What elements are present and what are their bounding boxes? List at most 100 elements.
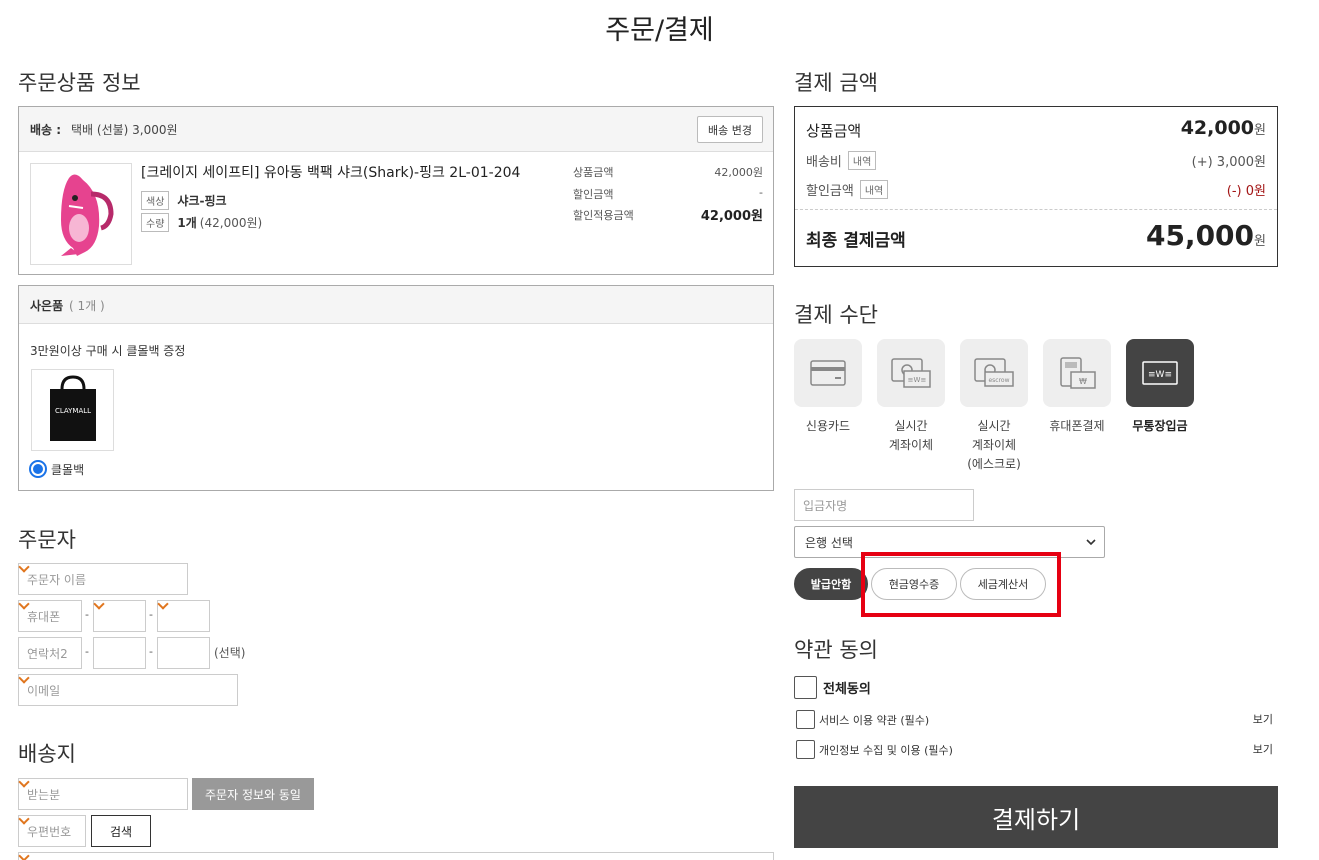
agree-all-checkbox[interactable] bbox=[794, 676, 817, 699]
same-as-orderer-button[interactable]: 주문자 정보와 동일 bbox=[192, 778, 314, 810]
bank-transfer-label: 실시간 계좌이체 bbox=[888, 419, 934, 452]
privacy-terms-checkbox[interactable] bbox=[796, 740, 815, 759]
credit-card-label: 신용카드 bbox=[805, 419, 851, 433]
product-image[interactable] bbox=[30, 163, 132, 265]
mobile-phone-icon: ₩ bbox=[1060, 357, 1096, 389]
won-unit: 원 bbox=[1254, 123, 1266, 138]
gift-description: 3만원이상 구매 시 클몰백 증정 bbox=[30, 344, 186, 358]
order-items-heading: 주문상품 정보 bbox=[18, 71, 141, 95]
svg-text:₩: ₩ bbox=[1079, 377, 1087, 386]
credit-card-icon bbox=[810, 360, 846, 386]
shipping-value: 택배 (선불) 3,000원 bbox=[71, 123, 178, 137]
contact2-part2-input[interactable] bbox=[93, 637, 146, 669]
discounted-value: 42,000원 bbox=[700, 209, 763, 224]
pay-button[interactable]: 결제하기 bbox=[794, 786, 1278, 848]
discounted-label: 할인적용금액 bbox=[573, 209, 634, 222]
bank-transfer-method[interactable]: ≡W≡ bbox=[877, 339, 945, 407]
service-terms-label: 서비스 이용 약관 (필수) bbox=[819, 713, 930, 727]
delivery-heading: 배송지 bbox=[18, 742, 76, 766]
product-color-row: 색상 샤크-핑크 bbox=[141, 191, 227, 210]
shipping-detail-button[interactable]: 내역 bbox=[847, 151, 877, 170]
zipcode-search-button[interactable]: 검색 bbox=[91, 815, 151, 847]
credit-card-method[interactable] bbox=[794, 339, 862, 407]
price-value: 42,000원 bbox=[714, 166, 763, 179]
shipping-row: 배송 : 택배 (선불) 3,000원 배송 변경 bbox=[19, 107, 773, 152]
address-input[interactable] bbox=[18, 852, 774, 860]
terms-item-privacy[interactable]: 개인정보 수집 및 이용 (필수) bbox=[796, 740, 953, 759]
gift-header: 사은품 ( 1개 ) bbox=[19, 286, 773, 324]
divider bbox=[795, 209, 1277, 210]
gift-count: ( 1개 ) bbox=[69, 299, 105, 313]
optional-label: (선택) bbox=[214, 646, 246, 660]
bank-deposit-label: 무통장입금 bbox=[1132, 419, 1188, 433]
payment-method-heading: 결제 수단 bbox=[794, 303, 878, 327]
discount-detail-button[interactable]: 내역 bbox=[859, 180, 889, 199]
service-terms-checkbox[interactable] bbox=[796, 710, 815, 729]
gift-radio[interactable] bbox=[29, 460, 47, 478]
privacy-terms-view-link[interactable]: 보기 bbox=[1230, 741, 1273, 757]
service-terms-view-link[interactable]: 보기 bbox=[1230, 711, 1273, 727]
agree-all-label: 전체동의 bbox=[823, 682, 871, 697]
chevron-down-icon bbox=[1086, 539, 1096, 546]
orderer-heading: 주문자 bbox=[18, 528, 76, 552]
shipping-fee-label: 배송비 bbox=[806, 155, 842, 170]
product-amount-label: 상품금액 bbox=[806, 122, 862, 140]
shipping-fee-row: 배송비 내역 bbox=[806, 151, 877, 170]
change-shipping-button[interactable]: 배송 변경 bbox=[697, 116, 763, 143]
bank-deposit-icon: ≡W≡ bbox=[1142, 361, 1178, 385]
shipping-fee-value: (+) 3,000원 bbox=[1191, 155, 1266, 170]
escrow-transfer-label: 실시간 계좌이체 (에스크로) bbox=[967, 419, 1021, 471]
dash: - bbox=[85, 608, 89, 621]
price-label: 상품금액 bbox=[573, 166, 614, 179]
depositor-name-input[interactable]: 입금자명 bbox=[794, 489, 974, 521]
contact2-part3-input[interactable] bbox=[157, 637, 210, 669]
dash: - bbox=[149, 645, 153, 658]
color-value: 샤크-핑크 bbox=[177, 194, 227, 208]
qty-price: (42,000원) bbox=[199, 216, 263, 230]
gift-title: 사은품 bbox=[30, 299, 64, 313]
final-amount-label: 최종 결제금액 bbox=[806, 231, 906, 251]
gift-option-label: 클몰백 bbox=[51, 462, 85, 477]
bank-transfer-icon: ≡W≡ bbox=[891, 358, 931, 388]
product-qty-row: 수량 1개 (42,000원) bbox=[141, 213, 262, 232]
discount-label: 할인금액 bbox=[573, 188, 614, 201]
privacy-terms-label: 개인정보 수집 및 이용 (필수) bbox=[819, 743, 953, 757]
svg-text:≡W≡: ≡W≡ bbox=[908, 376, 927, 384]
discount-value: - bbox=[759, 186, 763, 199]
order-items-box: 배송 : 택배 (선불) 3,000원 배송 변경 [크레이지 세이프티] 유아… bbox=[18, 106, 774, 275]
gift-option[interactable]: 클몰백 bbox=[29, 460, 84, 478]
final-amount: 45,000 원 bbox=[1146, 219, 1266, 252]
bank-select-value: 은행 선택 bbox=[805, 535, 853, 550]
orderer-name-input[interactable]: 주문자 이름 bbox=[18, 563, 188, 595]
discount-row: 할인금액 내역 bbox=[806, 180, 889, 199]
gift-box: 사은품 ( 1개 ) 3만원이상 구매 시 클몰백 증정 CLAYMALL 클몰… bbox=[18, 285, 774, 491]
contact2-part1-input[interactable]: 연락처2 bbox=[18, 637, 82, 669]
page-title: 주문/결제 bbox=[605, 15, 714, 46]
gift-image[interactable]: CLAYMALL bbox=[31, 369, 114, 451]
discount-amount-label: 할인금액 bbox=[806, 184, 854, 199]
shipping-label: 배송 : bbox=[30, 123, 62, 137]
receipt-none-option[interactable]: 발급안함 bbox=[794, 568, 868, 600]
color-tag: 색상 bbox=[141, 191, 170, 210]
mobile-payment-method[interactable]: ₩ bbox=[1043, 339, 1111, 407]
qty-value: 1개 bbox=[177, 216, 197, 230]
final-amount-value: 45,000 bbox=[1145, 219, 1255, 252]
payment-amount-box: 상품금액 42,000 원 배송비 내역 (+) 3,000원 할인금액 내역 … bbox=[794, 106, 1278, 267]
qty-tag: 수량 bbox=[141, 213, 170, 232]
won-unit: 원 bbox=[1254, 234, 1266, 249]
product-name[interactable]: [크레이지 세이프티] 유아동 백팩 샤크(Shark)-핑크 2L-01-20… bbox=[141, 162, 520, 182]
bank-deposit-method[interactable]: ≡W≡ bbox=[1126, 339, 1194, 407]
receiver-input[interactable]: 받는분 bbox=[18, 778, 188, 810]
escrow-transfer-method[interactable]: escrow bbox=[960, 339, 1028, 407]
gift-bag-text: CLAYMALL bbox=[54, 407, 90, 415]
agree-all-row[interactable]: 전체동의 bbox=[794, 676, 871, 699]
email-input[interactable]: 이메일 bbox=[18, 674, 238, 706]
terms-heading: 약관 동의 bbox=[794, 638, 878, 662]
svg-text:≡W≡: ≡W≡ bbox=[1148, 370, 1172, 380]
dash: - bbox=[85, 645, 89, 658]
product-amount: 42,000 원 bbox=[1181, 117, 1266, 139]
escrow-icon-text: escrow bbox=[988, 377, 1009, 384]
escrow-icon: escrow bbox=[974, 358, 1014, 387]
discount-amount-value: (-) 0원 bbox=[1226, 184, 1266, 199]
terms-item-service[interactable]: 서비스 이용 약관 (필수) bbox=[796, 710, 929, 729]
